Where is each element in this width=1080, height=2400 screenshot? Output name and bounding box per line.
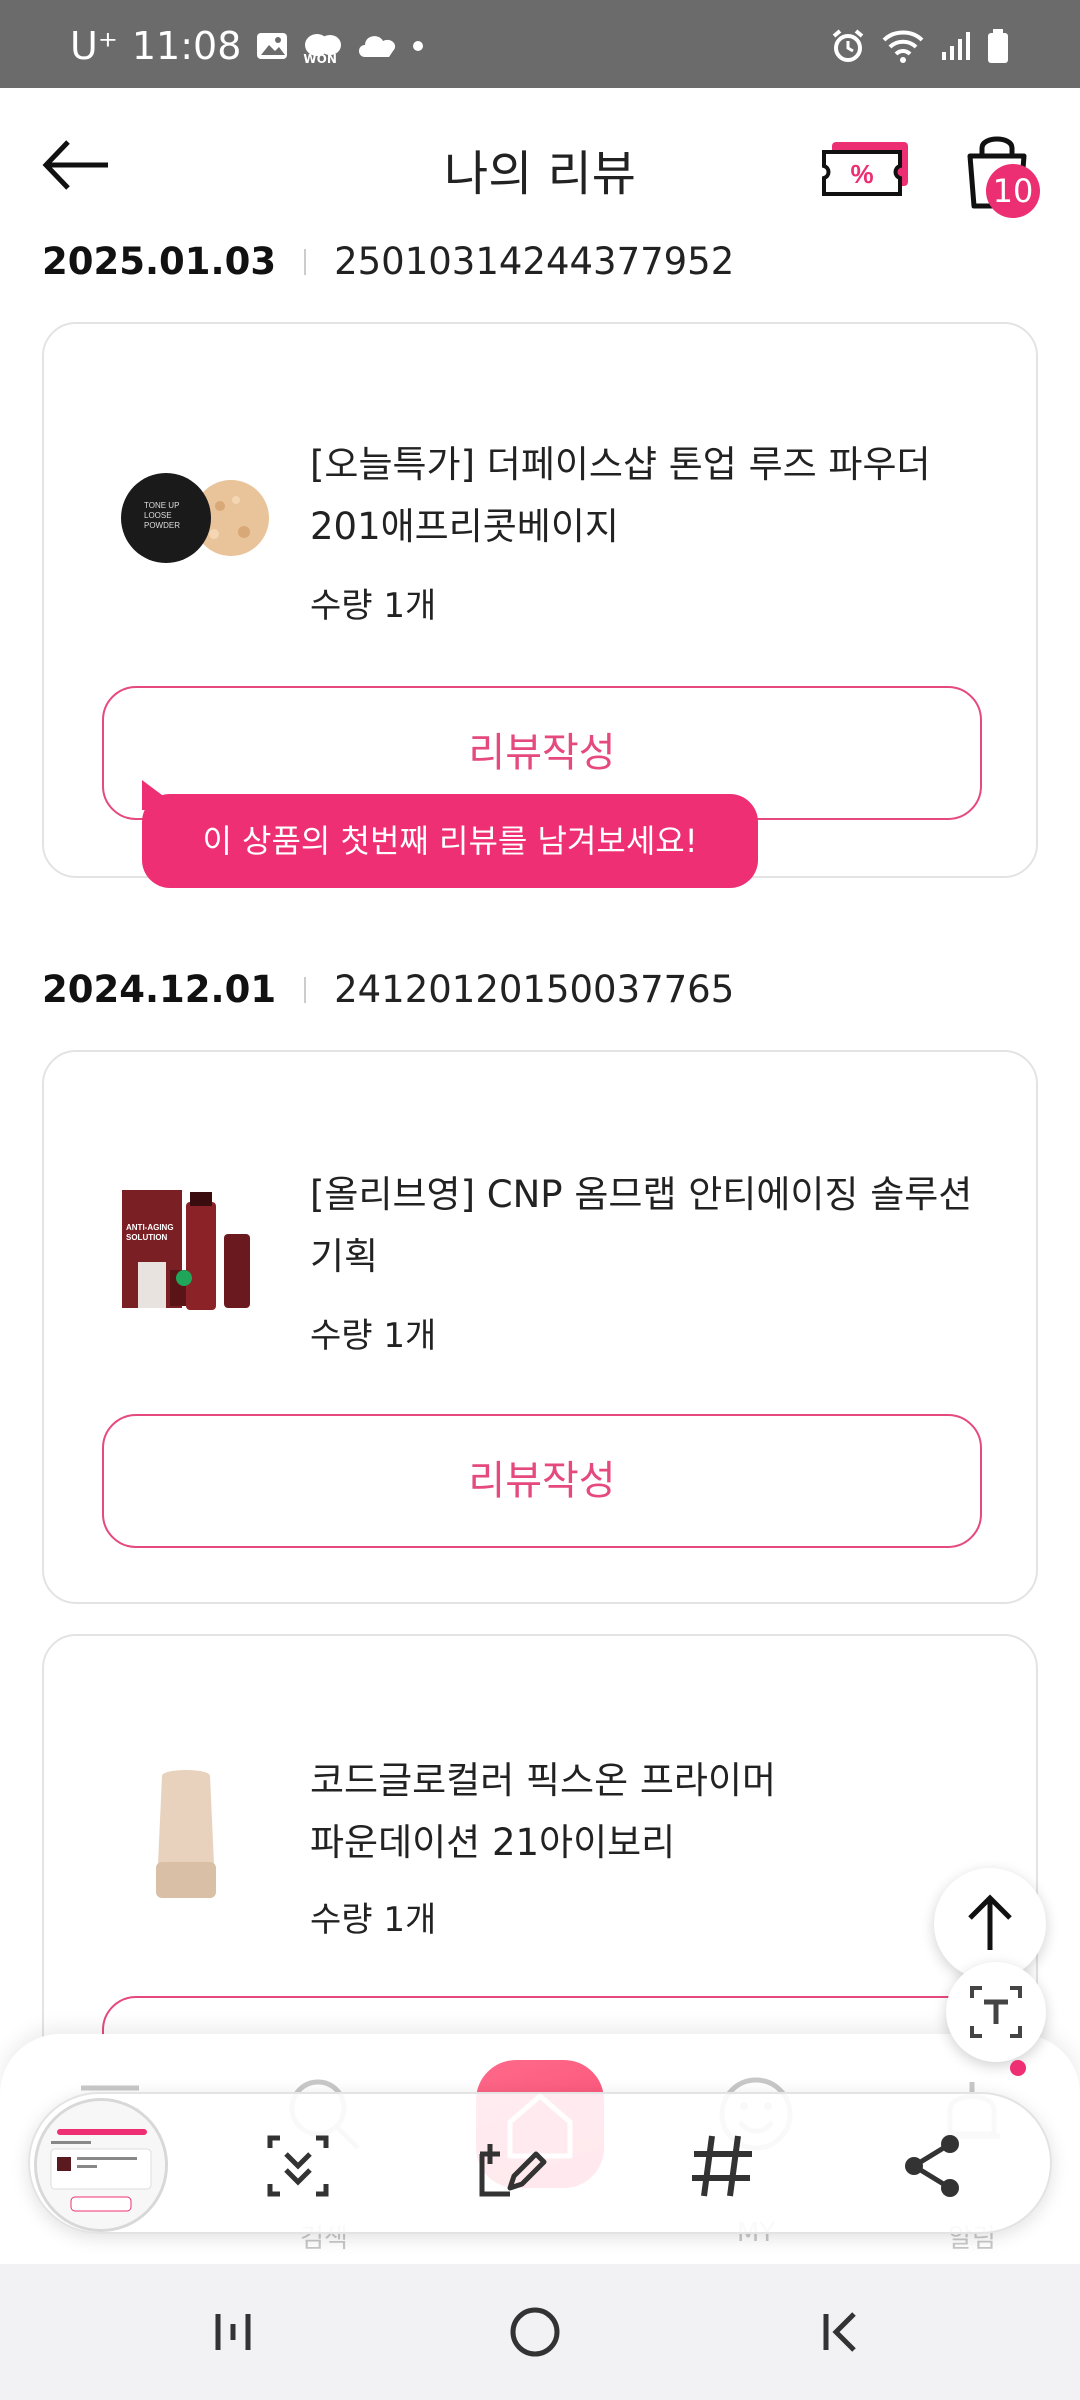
share-icon (905, 2135, 959, 2197)
product-quantity: 수량 1개 (310, 586, 437, 626)
product-name-line: 파운데이션 21아이보리 (310, 1821, 676, 1864)
order-date: 2024.12.01 (42, 968, 277, 1011)
loose-powder-image: TONE UP LOOSE POWDER (121, 473, 269, 563)
scroll-capture-icon (267, 2135, 329, 2197)
product-name-line: [올리브영] CNP 옴므랩 안티에이징 솔루션 (310, 1173, 973, 1216)
svg-text:SOLUTION: SOLUTION (126, 1233, 168, 1242)
extract-text-button[interactable] (946, 1962, 1046, 2062)
page-title: 나의 리뷰 (444, 146, 636, 202)
text-extract-icon (970, 1986, 1022, 2038)
battery-icon (988, 29, 1008, 63)
clock: 11:08 (131, 24, 242, 68)
signal-icon (942, 32, 970, 60)
scroll-capture-button[interactable] (258, 2126, 338, 2206)
draw-edit-button[interactable] (470, 2126, 550, 2206)
gallery-icon (257, 33, 288, 59)
product-quantity: 수량 1개 (310, 1900, 437, 1940)
alarm-icon (832, 29, 864, 62)
screenshot-preview-image (37, 2101, 165, 2229)
product-name[interactable]: [오늘특가] 더페이스샵 톤업 루즈 파우더 201애프리콧베이지 (310, 434, 1000, 558)
draw-edit-icon (479, 2144, 547, 2197)
app-header: 나의 리뷰 % 10 (0, 88, 1080, 238)
order-header: 2025.01.03 25010314244377952 (42, 240, 734, 283)
product-name-line: [오늘특가] 더페이스샵 톤업 루즈 파우더 (310, 443, 931, 486)
skincare-set-image: ANTI-AGING SOLUTION (122, 1190, 250, 1310)
product-image[interactable] (116, 1764, 256, 1904)
wifi-icon (882, 30, 924, 63)
status-left: U⁺ 11:08 WON (70, 24, 424, 68)
status-bar: U⁺ 11:08 WON (0, 0, 1080, 88)
coupon-button[interactable]: % (820, 140, 912, 200)
foundation-tube-image (156, 1770, 216, 1898)
product-name[interactable]: 코드글로컬러 픽스온 프라이머 파운데이션 21아이보리 (310, 1750, 1000, 1874)
product-name-line: 기획 (310, 1235, 379, 1278)
product-image[interactable]: ANTI-AGING SOLUTION (116, 1170, 276, 1320)
product-image[interactable]: TONE UP LOOSE POWDER (116, 448, 276, 588)
order-date: 2025.01.03 (42, 240, 277, 283)
svg-text:TONE UP: TONE UP (144, 501, 179, 510)
product-name[interactable]: [올리브영] CNP 옴므랩 안티에이징 솔루션 기획 (310, 1164, 1000, 1288)
carrier-label: U⁺ (70, 24, 118, 68)
first-review-tooltip[interactable]: 이 상품의 첫번째 리뷰를 남겨보세요! (142, 794, 758, 888)
coupon-icon: % (822, 142, 908, 196)
order-number: 25010314244377952 (334, 240, 735, 283)
notification-dot-icon (413, 41, 424, 51)
svg-text:POWDER: POWDER (144, 521, 180, 530)
home-nav-icon[interactable] (500, 2302, 570, 2362)
notification-dot (1010, 2060, 1026, 2076)
product-name-line: 201애프리콧베이지 (310, 505, 619, 548)
back-nav-icon[interactable] (804, 2302, 874, 2362)
cart-count-badge: 10 (986, 164, 1040, 218)
status-right (830, 28, 1010, 64)
hashtag-button[interactable] (682, 2126, 762, 2206)
svg-text:ANTI-AGING: ANTI-AGING (126, 1223, 174, 1232)
svg-text:LOOSE: LOOSE (144, 511, 172, 520)
order-card: ANTI-AGING SOLUTION [올리브영] CNP 옴므랩 안티에이징… (42, 1050, 1038, 1604)
product-name-line: 코드글로컬러 픽스온 프라이머 (310, 1759, 777, 1802)
screenshot-thumbnail[interactable] (34, 2098, 168, 2232)
order-header: 2024.12.01 24120120150037765 (42, 968, 734, 1011)
hashtag-icon (692, 2135, 752, 2197)
system-nav-bar (0, 2264, 1080, 2400)
divider (304, 976, 307, 1003)
order-number: 24120120150037765 (334, 968, 735, 1011)
screen: U⁺ 11:08 WON 나의 리뷰 % 10 2025.01.03 25010… (0, 0, 1080, 2400)
write-review-button[interactable]: 리뷰작성 (102, 1414, 982, 1548)
screenshot-toolbar (28, 2092, 1052, 2234)
divider (304, 248, 307, 275)
product-quantity: 수량 1개 (310, 1316, 437, 1356)
won-icon: WON (303, 26, 343, 66)
cloud-icon (359, 36, 396, 57)
recent-apps-icon[interactable] (198, 2302, 268, 2362)
share-button[interactable] (894, 2126, 974, 2206)
coupon-percent: % (850, 159, 873, 189)
